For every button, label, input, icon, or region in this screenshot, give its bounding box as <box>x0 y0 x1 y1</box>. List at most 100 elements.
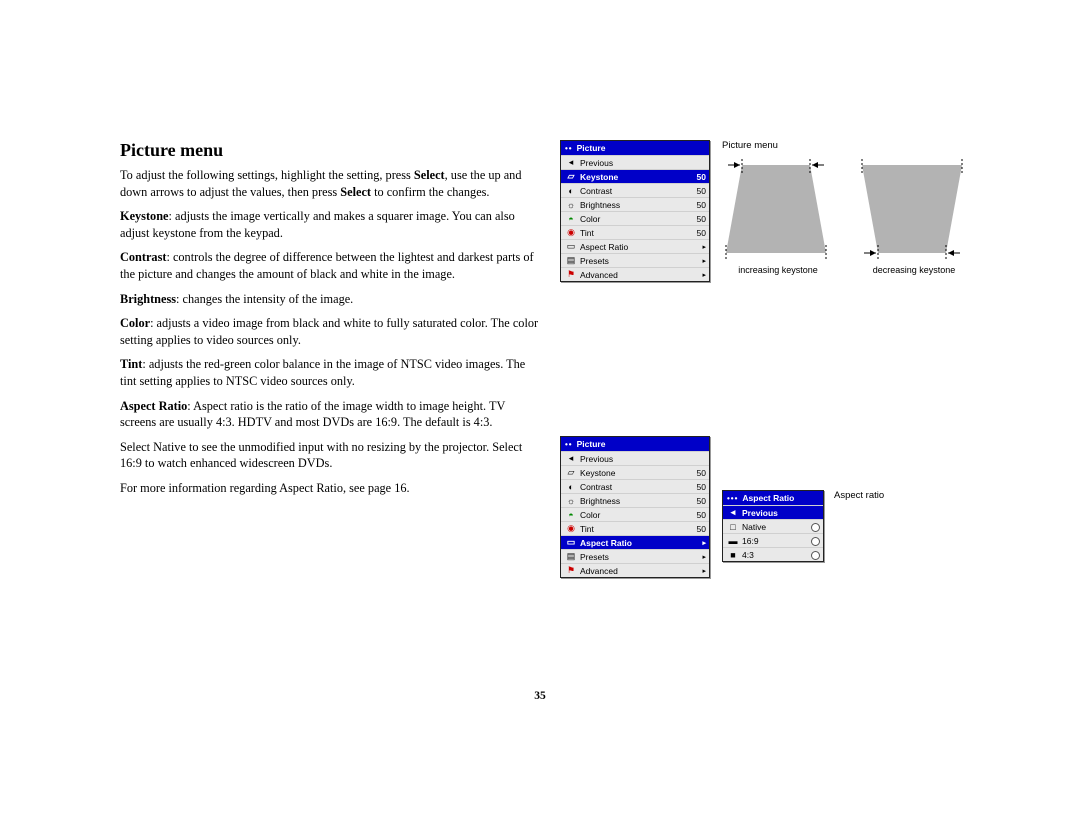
keystone-paragraph: Keystone: adjusts the image vertically a… <box>120 208 540 241</box>
osd-value: 50 <box>688 482 706 492</box>
osd-row-contrast: ◐ Contrast 50 <box>561 183 709 197</box>
back-arrow-icon: ◂ <box>726 507 740 518</box>
contrast-term: Contrast <box>120 250 166 264</box>
spacer <box>560 286 960 436</box>
submenu-arrow-icon: ▸ <box>688 271 706 279</box>
square-icon: □ <box>726 521 740 532</box>
osd-row-aspect-selected: ▭Aspect Ratio▸ <box>561 535 709 549</box>
osd-row-native: □Native <box>723 519 823 533</box>
submenu-arrow-icon: ▸ <box>688 243 706 251</box>
osd-row-advanced: ⚑ Advanced ▸ <box>561 267 709 281</box>
advanced-icon: ⚑ <box>564 565 578 576</box>
osd-title-2: Picture <box>577 439 606 449</box>
osd-row-presets: ▤ Presets ▸ <box>561 253 709 267</box>
tint-icon: ◉ <box>564 523 578 534</box>
page-heading: Picture menu <box>120 140 540 161</box>
radio-icon <box>806 521 820 531</box>
brightness-text: : changes the intensity of the image. <box>176 292 353 306</box>
osd-row-previous: ◂Previous <box>561 451 709 465</box>
presets-icon: ▤ <box>564 551 578 562</box>
brightness-icon: ☼ <box>564 495 578 506</box>
presets-icon: ▤ <box>564 255 578 266</box>
aspect-term: Aspect Ratio <box>120 399 187 413</box>
aspect-paragraph: Aspect Ratio: Aspect ratio is the ratio … <box>120 398 540 431</box>
osd-picture-menu-2: •• Picture ◂Previous ▱Keystone50 ◐Contra… <box>560 436 710 578</box>
tint-text: : adjusts the red-green color balance in… <box>120 357 525 388</box>
figure-row-1: •• Picture ◂ Previous ▱ Keystone 50 ◐ <box>560 140 960 286</box>
dots-icon: •• <box>565 144 573 153</box>
osd-header-2: •• Picture <box>561 437 709 451</box>
osd-aspect-ratio-submenu: ••• Aspect Ratio ◂Previous □Native ▬16:9… <box>722 490 824 562</box>
osd-label: Advanced <box>578 270 688 280</box>
dots-icon: •• <box>565 440 573 449</box>
contrast-icon: ◐ <box>564 481 578 492</box>
caption-increasing-keystone: increasing keystone <box>722 265 834 275</box>
figure-label-aspect-ratio: Aspect ratio <box>834 490 884 501</box>
osd-row-keystone: ▱Keystone50 <box>561 465 709 479</box>
osd-row-tint: ◉Tint50 <box>561 521 709 535</box>
osd-label: Brightness <box>578 496 688 506</box>
color-icon: ◓ <box>564 509 578 520</box>
keystone-diagram-block: Picture menu <box>722 140 970 275</box>
osd-value: 50 <box>688 468 706 478</box>
contrast-paragraph: Contrast: controls the degree of differe… <box>120 249 540 282</box>
advanced-icon: ⚑ <box>564 269 578 280</box>
keystone-figures: increasing keystone <box>722 159 970 275</box>
osd-row-contrast: ◐Contrast50 <box>561 479 709 493</box>
osd-label: Aspect Ratio <box>578 538 688 548</box>
tint-icon: ◉ <box>564 227 578 238</box>
osd-value: 50 <box>688 186 706 196</box>
osd-row-color: ◓Color50 <box>561 507 709 521</box>
brightness-paragraph: Brightness: changes the intensity of the… <box>120 291 540 308</box>
osd-label: Presets <box>578 256 688 266</box>
osd-header-3: ••• Aspect Ratio <box>723 491 823 505</box>
intro-text-c: to confirm the changes. <box>371 185 490 199</box>
osd-label: Color <box>578 510 688 520</box>
osd-label: Brightness <box>578 200 688 210</box>
wide-rect-icon: ▬ <box>726 535 740 546</box>
osd-title-1: Picture <box>577 143 606 153</box>
osd-header-1: •• Picture <box>561 141 709 155</box>
intro-paragraph: To adjust the following settings, highli… <box>120 167 540 200</box>
keystone-term: Keystone <box>120 209 169 223</box>
back-arrow-icon: ◂ <box>564 157 578 168</box>
osd-row-previous-selected: ◂Previous <box>723 505 823 519</box>
osd-and-label-1: •• Picture ◂ Previous ▱ Keystone 50 ◐ <box>560 140 710 286</box>
osd-label: Color <box>578 214 688 224</box>
right-column: •• Picture ◂ Previous ▱ Keystone 50 ◐ <box>560 140 960 582</box>
back-arrow-icon: ◂ <box>564 453 578 464</box>
osd-label: Tint <box>578 228 688 238</box>
aspect-paragraph-2: Select Native to see the unmodified inpu… <box>120 439 540 472</box>
left-column: Picture menu To adjust the following set… <box>120 140 540 505</box>
osd-value: 50 <box>688 524 706 534</box>
osd-row-16-9: ▬16:9 <box>723 533 823 547</box>
osd-label: Keystone <box>578 468 688 478</box>
submenu-arrow-icon: ▸ <box>688 567 706 575</box>
keystone-decrease-figure: decreasing keystone <box>858 159 970 275</box>
osd-label: Keystone <box>578 172 688 182</box>
osd-value: 50 <box>688 228 706 238</box>
keystone-icon: ▱ <box>564 467 578 478</box>
radio-icon <box>806 535 820 545</box>
osd-value: 50 <box>688 496 706 506</box>
osd-label: Native <box>740 522 806 532</box>
color-text: : adjusts a video image from black and w… <box>120 316 538 347</box>
osd-row-brightness: ☼ Brightness 50 <box>561 197 709 211</box>
osd-label: 4:3 <box>740 550 806 560</box>
osd-label: Presets <box>578 552 688 562</box>
osd-label: Previous <box>578 158 706 168</box>
osd-picture-menu-1: •• Picture ◂ Previous ▱ Keystone 50 ◐ <box>560 140 710 282</box>
osd-value: 50 <box>688 172 706 182</box>
submenu-arrow-icon: ▸ <box>688 553 706 561</box>
osd-label: Aspect Ratio <box>578 242 688 252</box>
osd-row-advanced: ⚑Advanced▸ <box>561 563 709 577</box>
submenu-arrow-icon: ▸ <box>688 257 706 265</box>
contrast-icon: ◐ <box>564 185 578 196</box>
intro-text-a: To adjust the following settings, highli… <box>120 168 414 182</box>
trapezoid-narrow-bottom-icon <box>858 159 966 259</box>
intro-select-2: Select <box>340 185 371 199</box>
tint-term: Tint <box>120 357 142 371</box>
osd-label: 16:9 <box>740 536 806 546</box>
osd-row-color: ◓ Color 50 <box>561 211 709 225</box>
color-paragraph: Color: adjusts a video image from black … <box>120 315 540 348</box>
